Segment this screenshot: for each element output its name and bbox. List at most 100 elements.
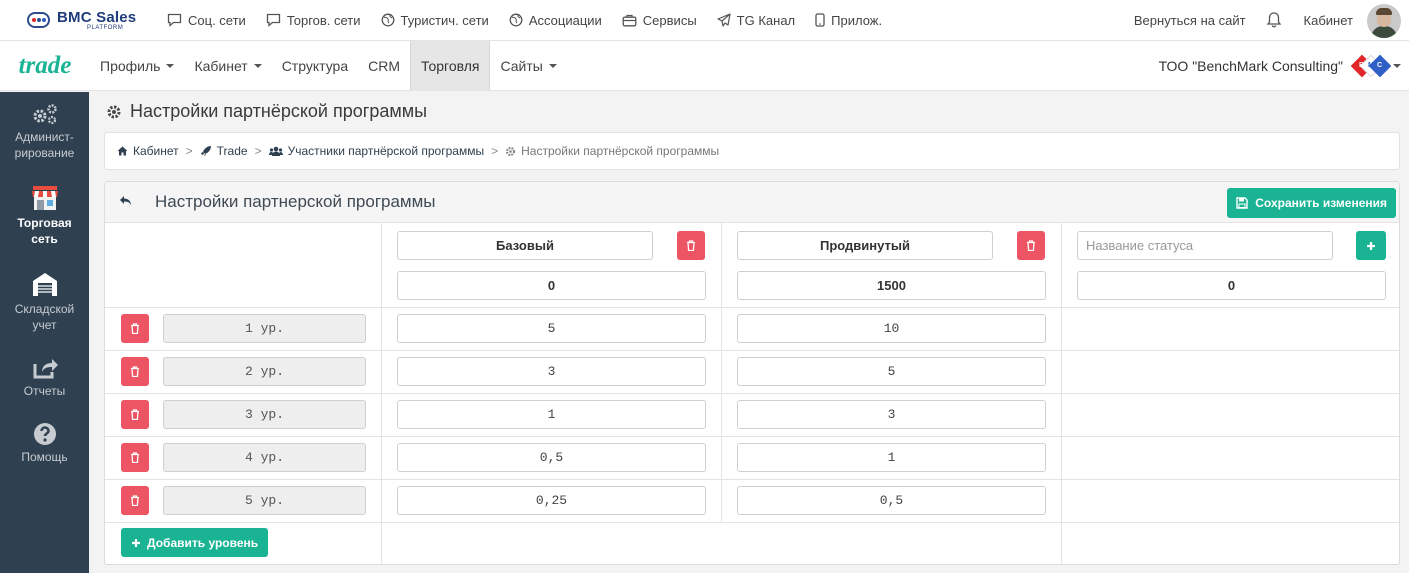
sidebar-item-label: Админист-рирование: [14, 130, 75, 160]
breadcrumb-label: Участники партнёрской программы: [287, 144, 485, 158]
grid-divider: [105, 307, 1399, 308]
breadcrumb-partners[interactable]: Участники партнёрской программы: [268, 144, 485, 158]
level-value-input[interactable]: 0,5: [737, 486, 1046, 515]
toplink-label: Ассоциации: [528, 12, 602, 28]
level-value-input[interactable]: 0,5: [397, 443, 706, 472]
breadcrumb-cabinet[interactable]: Кабинет: [117, 144, 179, 158]
company-logo-letter: B: [1359, 62, 1365, 69]
phone-icon: [815, 13, 825, 27]
grid-divider: [105, 393, 1399, 394]
delete-level-button[interactable]: [121, 357, 149, 386]
level-value-input[interactable]: 5: [737, 357, 1046, 386]
back-to-site-link[interactable]: Вернуться на сайт: [1134, 13, 1246, 28]
delete-level-button[interactable]: [121, 400, 149, 429]
nav-crm[interactable]: CRM: [358, 41, 410, 91]
new-status-threshold-input[interactable]: 0: [1077, 271, 1386, 300]
breadcrumb: Кабинет > Trade > Участники партнёрской …: [104, 132, 1400, 170]
breadcrumb-label: Настройки партнёрской программы: [521, 144, 720, 158]
sidebar-item-administration[interactable]: Админист-рирование: [0, 102, 89, 161]
new-status-name-input[interactable]: Название статуса: [1077, 231, 1333, 260]
company-name: ТОО "BenchMark Consulting": [1158, 58, 1343, 74]
breadcrumb-trade[interactable]: Trade: [200, 144, 248, 158]
caret-down-icon: [548, 64, 557, 68]
save-button[interactable]: Сохранить изменения: [1227, 188, 1396, 218]
bell-icon[interactable]: [1266, 11, 1282, 31]
plus-icon: [132, 538, 140, 547]
main-navbar: trade Профиль Кабинет Структура CRM Торг…: [0, 41, 1409, 91]
page-title: Настройки партнёрской программы: [106, 101, 427, 122]
status-name-input[interactable]: Продвинутый: [737, 231, 993, 260]
company-selector[interactable]: ТОО "BenchMark Consulting" B M C: [1159, 41, 1401, 91]
level-value-input[interactable]: 3: [737, 400, 1046, 429]
avatar[interactable]: [1367, 3, 1401, 38]
brand-name: BMC Sales: [57, 8, 137, 26]
level-value-input[interactable]: 1: [737, 443, 1046, 472]
toplink-associations[interactable]: Ассоциации: [509, 13, 602, 28]
nav-cabinet[interactable]: Кабинет: [184, 41, 271, 91]
nav-label: Профиль: [100, 58, 161, 74]
nav-label: Кабинет: [194, 58, 248, 74]
grid-divider: [105, 436, 1399, 437]
toplink-trade-networks[interactable]: Торгов. сети: [266, 13, 361, 28]
breadcrumb-separator: >: [185, 144, 193, 158]
level-label: 2 ур.: [163, 357, 366, 386]
trade-logo[interactable]: trade: [0, 41, 90, 91]
delete-level-button[interactable]: [121, 486, 149, 515]
panel-title: Настройки партнерской программы: [155, 192, 436, 211]
level-label: 4 ур.: [163, 443, 366, 472]
sidebar-item-label: Торговая сеть: [17, 216, 72, 246]
level-label: 1 ур.: [163, 314, 366, 343]
level-label: 5 ур.: [163, 486, 366, 515]
sidebar-item-label: Помощь: [21, 450, 68, 464]
rocket-icon: [200, 146, 211, 156]
brand[interactable]: BMC Sales PLATFORM: [27, 10, 167, 31]
nav-structure[interactable]: Структура: [272, 41, 358, 91]
cabinet-link[interactable]: Кабинет: [1304, 13, 1353, 28]
share-icon: [0, 356, 89, 380]
toplink-label: Туристич. сети: [400, 12, 489, 28]
level-value-input[interactable]: 3: [397, 357, 706, 386]
toplink-tg-channel[interactable]: TG Канал: [717, 13, 795, 28]
back-arrow-icon[interactable]: [119, 195, 133, 207]
toplink-services[interactable]: Сервисы: [622, 13, 697, 28]
level-value-input[interactable]: 5: [397, 314, 706, 343]
gear-icon: [107, 105, 121, 118]
status-threshold-input[interactable]: 1500: [737, 271, 1046, 300]
breadcrumb-label: Trade: [216, 144, 248, 158]
nav-trade[interactable]: Торговля: [410, 41, 491, 91]
brand-logo-icon: [27, 12, 50, 28]
nav-sites[interactable]: Сайты: [490, 41, 566, 91]
sidebar-item-trade-network[interactable]: Торговая сеть: [0, 184, 89, 247]
delete-status-button[interactable]: [677, 231, 705, 260]
add-status-button[interactable]: [1356, 231, 1386, 260]
sidebar-item-reports[interactable]: Отчеты: [0, 356, 89, 399]
delete-level-button[interactable]: [121, 443, 149, 472]
chat-icon: [167, 13, 182, 27]
level-value-input[interactable]: 0,25: [397, 486, 706, 515]
top-bar: BMC Sales PLATFORM Соц. сети Торгов. сет…: [0, 0, 1409, 41]
trash-icon: [1027, 240, 1035, 251]
sidebar-item-label: Отчеты: [23, 384, 66, 398]
trash-icon: [131, 495, 139, 506]
toplink-tourism[interactable]: Туристич. сети: [381, 13, 489, 28]
sidebar-item-warehouse[interactable]: Складской учет: [0, 270, 89, 333]
nav-profile[interactable]: Профиль: [90, 41, 184, 91]
level-value-input[interactable]: 1: [397, 400, 706, 429]
store-icon: [0, 184, 89, 212]
status-name-input[interactable]: Базовый: [397, 231, 653, 260]
delete-level-button[interactable]: [121, 314, 149, 343]
sidebar-item-help[interactable]: Помощь: [0, 422, 89, 465]
toplink-social[interactable]: Соц. сети: [167, 13, 246, 28]
status-threshold-input[interactable]: 0: [397, 271, 706, 300]
levels-grid: Базовый 0 Продвинутый 1500 Название стат…: [105, 223, 1399, 564]
settings-panel: Настройки партнерской программы Сохранит…: [104, 181, 1400, 565]
home-icon: [117, 146, 128, 156]
grid-divider: [721, 223, 722, 523]
briefcase-icon: [622, 14, 637, 26]
toplink-apps[interactable]: Прилож.: [815, 13, 882, 28]
add-level-button[interactable]: Добавить уровень: [121, 528, 269, 557]
sidebar-item-label: Складской учет: [14, 302, 75, 332]
level-value-input[interactable]: 10: [737, 314, 1046, 343]
breadcrumb-current: Настройки партнёрской программы: [505, 144, 719, 158]
delete-status-button[interactable]: [1017, 231, 1045, 260]
